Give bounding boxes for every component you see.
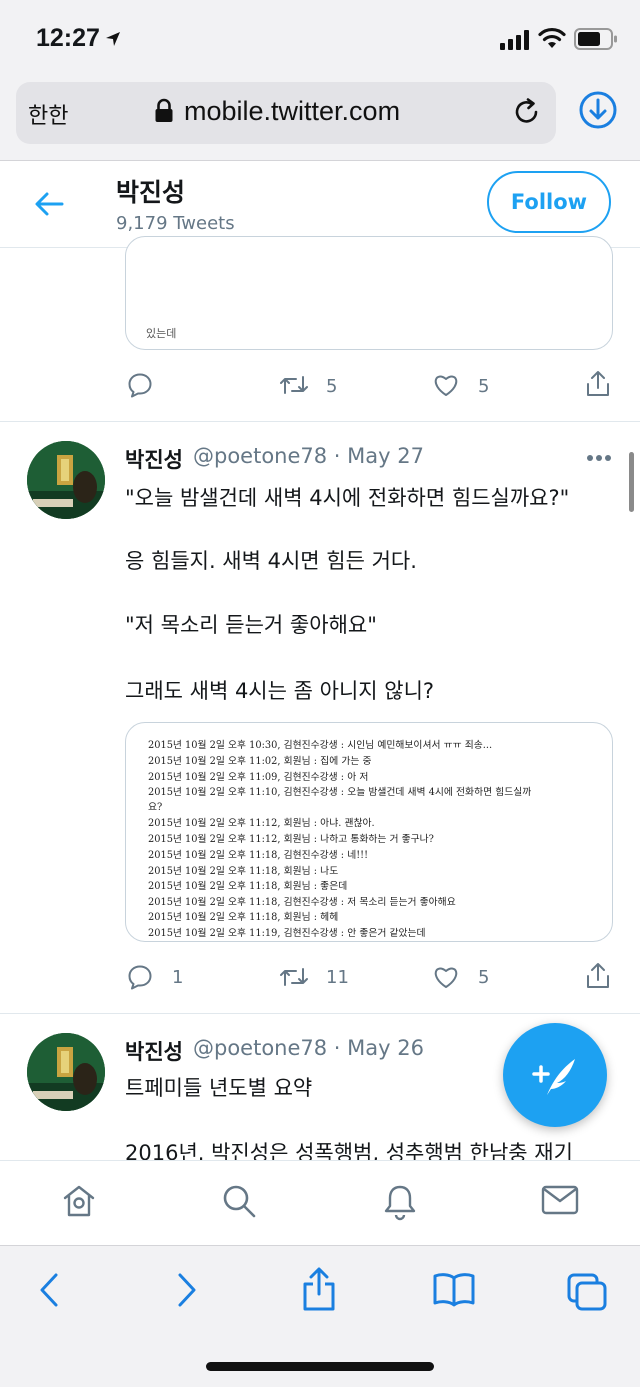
tweet-count: 9,179 Tweets [116,213,235,234]
image-text-line: 2015년 10월 2일 오후 11:10, 김현진수강생 : 오늘 밤샐건데 … [148,787,532,798]
browser-address-area: 한한 mobile.twitter.com [0,78,640,160]
like-count: 5 [478,376,490,397]
tweet-text-line: 그래도 새벽 4시는 좀 아니지 않니? [125,679,435,703]
tweet-text-line: 응 힘들지. 새벽 4시면 힘든 거다. [125,549,417,573]
share-icon[interactable] [585,962,611,990]
download-icon[interactable] [578,90,618,130]
share-icon[interactable] [585,370,611,398]
browser-back-icon[interactable] [36,1271,62,1309]
tweet-text-line: "저 목소리 듣는거 좋아해요" [125,613,377,637]
tweet-handle-date[interactable]: @poetone78 · May 27 [193,444,424,468]
like-count: 5 [478,967,490,988]
tweet-text-line: 트페미들 년도별 요약 [125,1076,313,1100]
image-text-line: 2015년 10월 2일 오후 11:18, 회원님 : 헤헤 [148,912,339,923]
home-icon[interactable] [61,1183,97,1219]
tweet-divider [0,421,640,422]
url-text[interactable]: mobile.twitter.com [184,96,400,127]
image-text-line: 2015년 10월 2일 오후 11:02, 회원님 : 집에 가는 중 [148,756,372,767]
tabs-icon[interactable] [566,1272,608,1312]
media-card-caption: 있는데 [146,327,177,340]
reader-settings-button[interactable]: 한한 [28,98,68,130]
battery-icon [574,28,617,50]
wifi-icon [538,27,566,48]
bookmarks-icon[interactable] [432,1271,476,1307]
twitter-tab-bar [0,1160,640,1245]
image-text-line: 2015년 10월 2일 오후 11:18, 김현진수강생 : 네!!! [148,850,369,861]
lock-icon [155,98,173,122]
tweet-author-name[interactable]: 박진성 [125,444,183,474]
address-bar[interactable]: 한한 mobile.twitter.com [16,82,556,144]
image-text-line: 2015년 10월 2일 오후 11:18, 회원님 : 나도 [148,866,339,877]
follow-button[interactable]: Follow [487,171,611,233]
home-indicator[interactable] [206,1362,434,1371]
tweet-handle-date[interactable]: @poetone78 · May 26 [193,1036,424,1060]
status-bar: 12:27 [0,0,640,78]
reply-icon[interactable] [127,964,153,990]
cellular-signal-icon [500,30,529,50]
image-text-line: 요? [148,802,163,813]
back-arrow-icon[interactable] [34,191,64,217]
avatar[interactable] [27,441,105,519]
image-text-line: 2015년 10월 2일 오후 11:18, 회원님 : 좋은데 [148,881,348,892]
browser-forward-icon[interactable] [174,1271,200,1309]
avatar[interactable] [27,1033,105,1111]
more-options-icon[interactable] [586,454,612,462]
image-text-line: 2015년 10월 2일 오후 11:19, 김현진수강생 : 안 좋은거 같았… [148,928,426,939]
browser-share-icon[interactable] [300,1266,338,1312]
mail-icon[interactable] [541,1183,579,1217]
avatar-image [27,1033,105,1111]
image-text-line: 2015년 10월 2일 오후 10:30, 김현진수강생 : 시인님 예민해보… [148,740,493,751]
reload-icon[interactable] [512,97,542,127]
search-icon[interactable] [221,1183,257,1219]
reply-count: 1 [172,967,184,988]
retweet-count: 5 [326,376,338,397]
image-text-line: 2015년 10월 2일 오후 11:12, 회원님 : 아냐. 괜찮아. [148,818,375,829]
retweet-count: 11 [326,967,349,988]
tweet-text-line: "오늘 밤샐건데 새벽 4시에 전화하면 힘드실까요?" [125,486,570,510]
retweet-icon[interactable] [279,965,309,989]
heart-icon[interactable] [432,373,460,397]
image-text-line: 2015년 10월 2일 오후 11:18, 김현진수강생 : 저 목소리 듣는… [148,897,456,908]
profile-header: 박진성 9,179 Tweets Follow [0,160,640,248]
image-text-line: 2015년 10월 2일 오후 11:09, 김현진수강생 : 아 저 [148,772,369,783]
tweet-image[interactable]: 2015년 10월 2일 오후 10:30, 김현진수강생 : 시인님 예민해보… [125,722,613,942]
scrollbar[interactable] [629,452,634,512]
image-text-line: 2015년 10월 2일 오후 11:12, 회원님 : 나하고 통화하는 거 … [148,834,434,845]
compose-icon [532,1059,575,1095]
tweet-divider [0,1013,640,1014]
browser-toolbar [0,1245,640,1387]
reply-icon[interactable] [127,372,153,398]
status-time: 12:27 [36,24,100,52]
avatar-image [27,441,105,519]
tweet-author-name[interactable]: 박진성 [125,1036,183,1066]
retweet-icon[interactable] [279,373,309,397]
profile-name: 박진성 [116,178,186,207]
compose-tweet-button[interactable] [503,1023,607,1127]
heart-icon[interactable] [432,965,460,989]
bell-icon[interactable] [382,1183,418,1221]
tweet-media-card[interactable]: 있는데 [125,236,613,350]
location-arrow-icon [106,32,120,46]
